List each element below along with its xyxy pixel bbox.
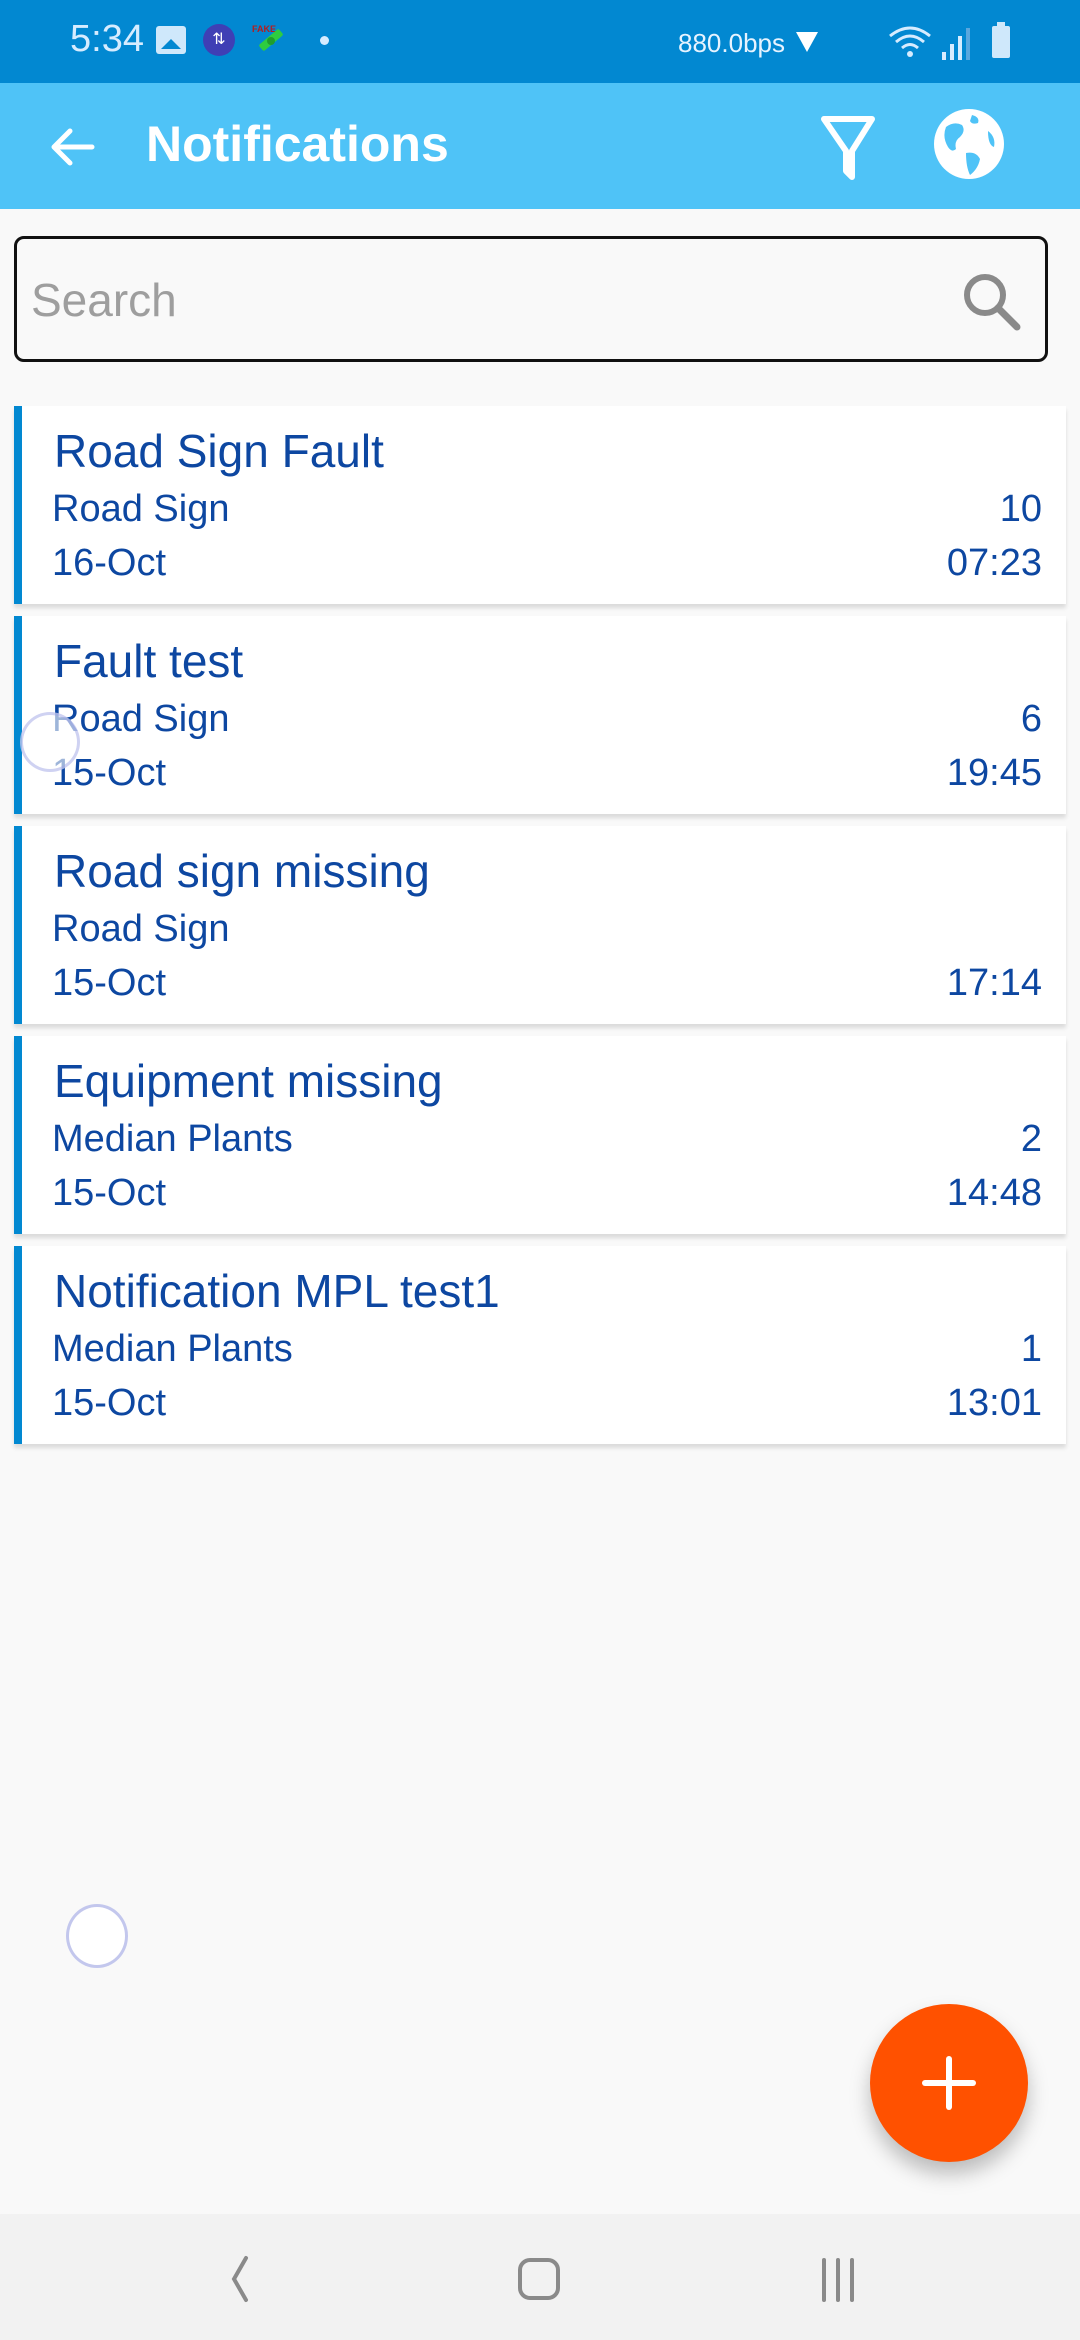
back-button[interactable] [46, 119, 102, 175]
home-icon [518, 2258, 560, 2300]
data-sync-icon: ⇅ [203, 24, 235, 56]
fake-gps-label: FAKE [252, 24, 276, 34]
nav-back-button[interactable] [210, 2254, 270, 2304]
system-nav-bar [0, 2214, 1080, 2340]
filter-button[interactable] [816, 111, 880, 183]
notification-card[interactable]: Road Sign Fault Road Sign 10 16-Oct 07:2… [14, 406, 1066, 604]
arrow-left-icon [51, 128, 95, 166]
notification-category: Median Plants [52, 1328, 293, 1370]
notification-title: Notification MPL test1 [54, 1265, 500, 1317]
fake-gps-icon: FAKE [252, 24, 283, 51]
battery-icon [992, 22, 1010, 58]
status-time: 5:34 [70, 18, 144, 60]
notification-time: 19:45 [946, 752, 1042, 794]
add-notification-button[interactable] [870, 2004, 1028, 2162]
notification-date: 16-Oct [52, 542, 167, 584]
notification-date: 15-Oct [52, 962, 167, 1004]
notification-date: 15-Oct [52, 1382, 167, 1424]
notification-card[interactable]: Notification MPL test1 Median Plants 1 1… [14, 1246, 1066, 1444]
notification-title: Equipment missing [54, 1055, 443, 1107]
notification-category: Road Sign [52, 908, 230, 950]
notification-title: Fault test [54, 635, 244, 687]
chevron-left-icon [231, 2256, 248, 2302]
touch-indicator [20, 712, 80, 772]
wifi-icon [889, 26, 931, 57]
search-icon[interactable] [959, 269, 1023, 333]
notification-count: 2 [1020, 1118, 1042, 1160]
notification-time: 17:14 [946, 962, 1042, 1004]
notification-card[interactable]: Road sign missing Road Sign 15-Oct 17:14 [14, 826, 1066, 1024]
globe-icon [934, 109, 1004, 179]
search-input[interactable] [29, 239, 933, 361]
notification-category: Road Sign [52, 488, 230, 530]
download-arrow-icon [796, 32, 818, 52]
page-title: Notifications [146, 116, 449, 172]
notification-count: 1 [1020, 1328, 1042, 1370]
notification-list: Road Sign Fault Road Sign 10 16-Oct 07:2… [14, 406, 1066, 1456]
nav-recent-apps-button[interactable] [810, 2254, 870, 2304]
nav-home-button[interactable] [510, 2254, 570, 2304]
touch-indicator [66, 1904, 128, 1968]
notification-count: 10 [999, 488, 1042, 530]
app-bar: Notifications [0, 83, 1080, 209]
notification-title: Road sign missing [54, 845, 430, 897]
cell-signal-icon [942, 28, 970, 60]
notification-category: Median Plants [52, 1118, 293, 1160]
search-box [14, 236, 1048, 362]
network-speed: 880.0bps [678, 28, 785, 58]
recent-apps-icon [822, 2258, 854, 2302]
notification-dot-icon [320, 36, 329, 45]
notification-time: 13:01 [946, 1382, 1042, 1424]
notification-date: 15-Oct [52, 1172, 167, 1214]
notification-card[interactable]: Equipment missing Median Plants 2 15-Oct… [14, 1036, 1066, 1234]
gallery-icon [156, 26, 186, 54]
notification-count: 6 [1020, 698, 1042, 740]
filter-icon [821, 116, 875, 180]
globe-button[interactable] [932, 107, 1006, 181]
status-bar: 5:34 ⇅ FAKE 880.0bps [0, 0, 1080, 83]
notification-time: 14:48 [946, 1172, 1042, 1214]
notification-title: Road Sign Fault [54, 425, 384, 477]
notification-card[interactable]: Fault test Road Sign 6 15-Oct 19:45 [14, 616, 1066, 814]
notification-time: 07:23 [946, 542, 1042, 584]
